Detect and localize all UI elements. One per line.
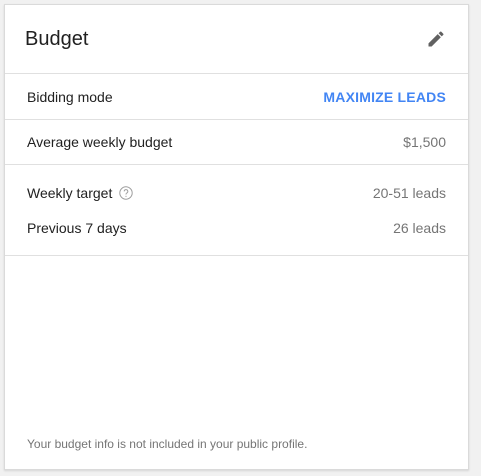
previous-7-days-row: Previous 7 days 26 leads: [5, 210, 468, 245]
bidding-section: Bidding mode MAXIMIZE LEADS: [5, 74, 468, 120]
average-weekly-budget-value: $1,500: [403, 134, 446, 150]
budget-card: Budget Bidding mode MAXIMIZE LEADS Avera…: [4, 4, 469, 470]
weekly-target-row: Weekly target 20-51 leads: [5, 175, 468, 210]
pencil-icon: [428, 31, 444, 47]
footer-note: Your budget info is not included in your…: [27, 437, 308, 451]
help-circle-icon[interactable]: [119, 185, 134, 200]
card-header: Budget: [5, 5, 468, 74]
bidding-mode-label: Bidding mode: [27, 88, 113, 105]
edit-button[interactable]: [424, 27, 448, 51]
bidding-row: Bidding mode MAXIMIZE LEADS: [5, 74, 468, 119]
average-weekly-budget-label: Average weekly budget: [27, 134, 173, 150]
budget-section: Average weekly budget $1,500: [5, 120, 468, 165]
weekly-target-value: 20-51 leads: [372, 184, 446, 201]
target-section: Weekly target 20-51 leads Previous 7 day…: [5, 165, 468, 256]
bidding-mode-link[interactable]: MAXIMIZE LEADS: [323, 89, 446, 105]
previous-7-days-value: 26 leads: [393, 219, 446, 236]
weekly-target-label-group: Weekly target: [27, 184, 134, 201]
previous-7-days-label: Previous 7 days: [27, 219, 127, 236]
card-title: Budget: [25, 27, 89, 50]
weekly-target-label: Weekly target: [27, 184, 113, 201]
budget-row: Average weekly budget $1,500: [5, 120, 468, 164]
